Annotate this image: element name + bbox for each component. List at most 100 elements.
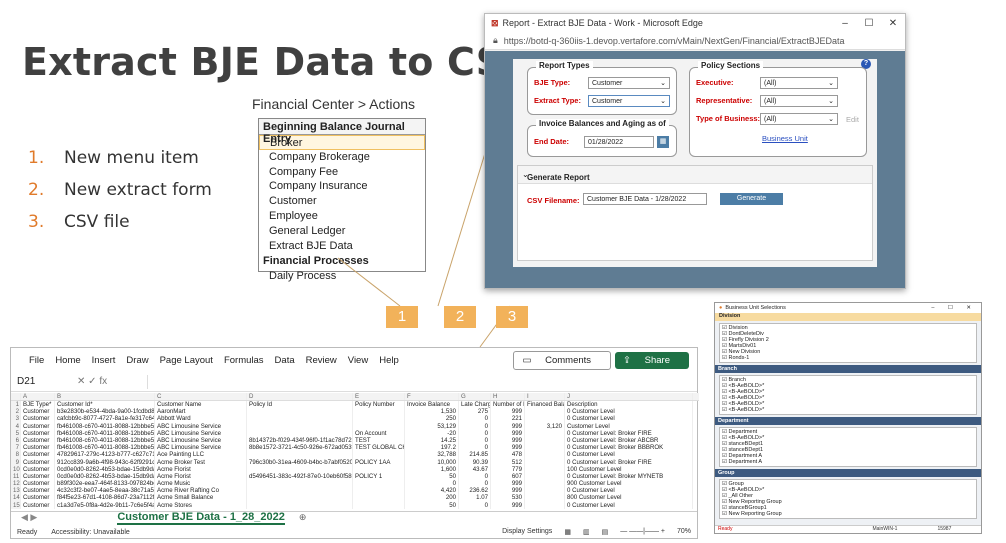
table-cell[interactable] [353, 480, 405, 488]
table-cell[interactable]: d5496451-383c-492f-87e0-10eb60f5893f [247, 472, 353, 481]
table-cell[interactable]: 607 [491, 472, 525, 481]
table-cell[interactable]: 0 Customer Level: Broker FIRE [565, 458, 693, 466]
table-cell[interactable]: 43.67 [459, 465, 491, 473]
table-cell[interactable] [525, 429, 565, 437]
table-cell[interactable]: 275 [459, 408, 491, 416]
calendar-icon[interactable]: ▦ [657, 136, 669, 148]
table-cell[interactable]: 999 [491, 408, 525, 416]
menu-draw[interactable]: Draw [126, 355, 148, 366]
menu-item-employee[interactable]: Employee [259, 209, 425, 224]
menu-item-company-brokerage[interactable]: Company Brokerage [259, 150, 425, 165]
row-number[interactable]: 6 [11, 436, 21, 445]
table-cell[interactable]: 0 Customer Level [565, 415, 693, 423]
table-row[interactable]: 11 Customer 0cd0e0d0-8262-4b53-bdae-15db9d… [11, 472, 699, 481]
csv-filename-input[interactable]: Customer BJE Data - 1/28/2022 [583, 193, 707, 205]
table-cell[interactable]: 0 [405, 480, 459, 488]
edit-link[interactable]: Edit [846, 115, 859, 124]
table-cell[interactable]: fb461008-c670-4011-8088-12bbbe578498 [55, 436, 155, 445]
table-row[interactable]: 14 Customer f84f5e23-67d1-4108-86d7-23a711… [11, 494, 699, 502]
executive-select[interactable]: (All) ⌄ [760, 77, 838, 89]
table-cell[interactable]: f84f5e23-67d1-4108-86d7-23a7112f3a93 [55, 494, 155, 502]
table-cell[interactable] [525, 408, 565, 416]
page-layout-icon[interactable]: ▥ [583, 528, 590, 536]
menu-page-layout[interactable]: Page Layout [160, 355, 213, 366]
table-cell[interactable]: 14.25 [405, 436, 459, 445]
row-number[interactable]: 4 [11, 422, 21, 430]
menu-home[interactable]: Home [55, 355, 80, 366]
department-list[interactable]: ☑ Department ☑ <B-AeBOLD>* ☑ stanceBDept1 ☑… [719, 427, 977, 467]
table-cell[interactable]: 0 Customer Level: Broker FIRE [565, 429, 693, 437]
add-sheet-icon[interactable]: ⊕ [299, 512, 307, 523]
table-row[interactable]: 9 Customer 912cc839-9a6b-4f98-943c-62f9291… [11, 458, 699, 466]
table-cell[interactable]: 32,788 [405, 451, 459, 459]
type-of-business-select[interactable]: (All) ⌄ [760, 113, 838, 125]
table-cell[interactable] [525, 465, 565, 473]
table-cell[interactable] [247, 422, 353, 430]
minimize-button[interactable]: – [833, 18, 857, 29]
table-cell[interactable]: 0 Customer Level [565, 451, 693, 459]
name-box[interactable]: D21 [17, 376, 77, 387]
table-cell[interactable] [247, 487, 353, 495]
table-cell[interactable]: 47829617-279c-4123-b777-c627c71617da [55, 451, 155, 459]
table-cell[interactable]: cafcbb9c-8077-4727-8a1e-fe317c643b32 [55, 415, 155, 423]
table-cell[interactable]: Customer Id* [55, 401, 155, 409]
menu-item-customer[interactable]: Customer [259, 194, 425, 209]
table-cell[interactable]: 200 [405, 494, 459, 502]
table-cell[interactable] [247, 480, 353, 488]
menu-item-general-ledger[interactable]: General Ledger [259, 224, 425, 239]
table-cell[interactable] [353, 415, 405, 423]
table-cell[interactable]: 4,420 [405, 487, 459, 495]
table-cell[interactable]: fb461008-c670-4011-8088-12bbbe578498 [55, 422, 155, 430]
formula-input[interactable] [147, 374, 697, 389]
generate-button[interactable]: Generate [720, 193, 783, 205]
table-cell[interactable] [353, 487, 405, 495]
table-cell[interactable]: Customer [21, 436, 55, 445]
row-number[interactable]: 13 [11, 487, 21, 495]
table-cell[interactable]: 3,120 [525, 422, 565, 430]
table-row[interactable]: 10 Customer 0cd0e0d0-8262-4b53-bdae-15db9d… [11, 465, 699, 473]
table-cell[interactable]: 197.2 [405, 444, 459, 452]
table-cell[interactable]: BJE Type* [21, 401, 55, 409]
table-cell[interactable]: 999 [491, 487, 525, 495]
table-cell[interactable]: 1,600 [405, 465, 459, 473]
table-cell[interactable]: Policy Id [247, 401, 353, 409]
sheet-nav-icon[interactable]: ◀ ▶ [21, 512, 37, 523]
menu-item-company-insurance[interactable]: Company Insurance [259, 179, 425, 194]
table-row[interactable]: 7 Customer fb461008-c670-4011-8088-12bbbe5… [11, 444, 699, 452]
row-number[interactable]: 7 [11, 444, 21, 452]
table-cell[interactable]: Customer [21, 415, 55, 423]
table-cell[interactable]: Customer Level [565, 422, 693, 430]
table-cell[interactable]: Customer [21, 408, 55, 416]
group-list[interactable]: ☑ Group ☑ <B-AeBOLD>* ☑ _All Other ☑ New Re… [719, 479, 977, 519]
row-number[interactable]: 2 [11, 408, 21, 416]
row-number[interactable]: 1 [11, 401, 21, 409]
end-date-input[interactable]: 01/28/2022 [584, 136, 654, 148]
table-cell[interactable]: Acme Small Balance [155, 494, 247, 502]
table-cell[interactable]: ABC Limousine Service [155, 444, 247, 452]
business-unit-link[interactable]: Business Unit [762, 134, 808, 143]
accessibility-status[interactable]: Accessibility: Unavailable [51, 529, 130, 536]
table-cell[interactable]: 0 Customer Level [565, 487, 693, 495]
table-cell[interactable]: Customer [21, 480, 55, 488]
row-number[interactable]: 15 [11, 501, 21, 509]
table-cell[interactable]: 8b8e1572-3721-4c50-926e-672ad053fa57 [247, 444, 353, 452]
table-cell[interactable] [525, 451, 565, 459]
row-number[interactable]: 12 [11, 480, 21, 488]
table-cell[interactable] [353, 494, 405, 502]
table-cell[interactable] [247, 408, 353, 416]
table-cell[interactable] [525, 415, 565, 423]
table-cell[interactable]: 4c32c3f2-be07-4ae5-8eaa-38c71a56dfa [55, 487, 155, 495]
table-cell[interactable]: 53,129 [405, 422, 459, 430]
list-item[interactable]: ☑ <B-AeBOLD>* [722, 407, 974, 413]
table-cell[interactable]: Acme Broker Test [155, 458, 247, 466]
table-cell[interactable]: ABC Limousine Service [155, 429, 247, 437]
table-cell[interactable]: 0 [459, 422, 491, 430]
table-cell[interactable]: 90.39 [459, 458, 491, 466]
table-cell[interactable]: Customer [21, 422, 55, 430]
row-number[interactable]: 5 [11, 429, 21, 437]
comments-button[interactable]: ▭ Comments [513, 350, 612, 370]
table-cell[interactable]: 236.62 [459, 487, 491, 495]
table-cell[interactable]: ABC Limousine Service [155, 436, 247, 445]
bje-type-select[interactable]: Customer ⌄ [588, 77, 670, 89]
table-cell[interactable]: 999 [491, 501, 525, 509]
